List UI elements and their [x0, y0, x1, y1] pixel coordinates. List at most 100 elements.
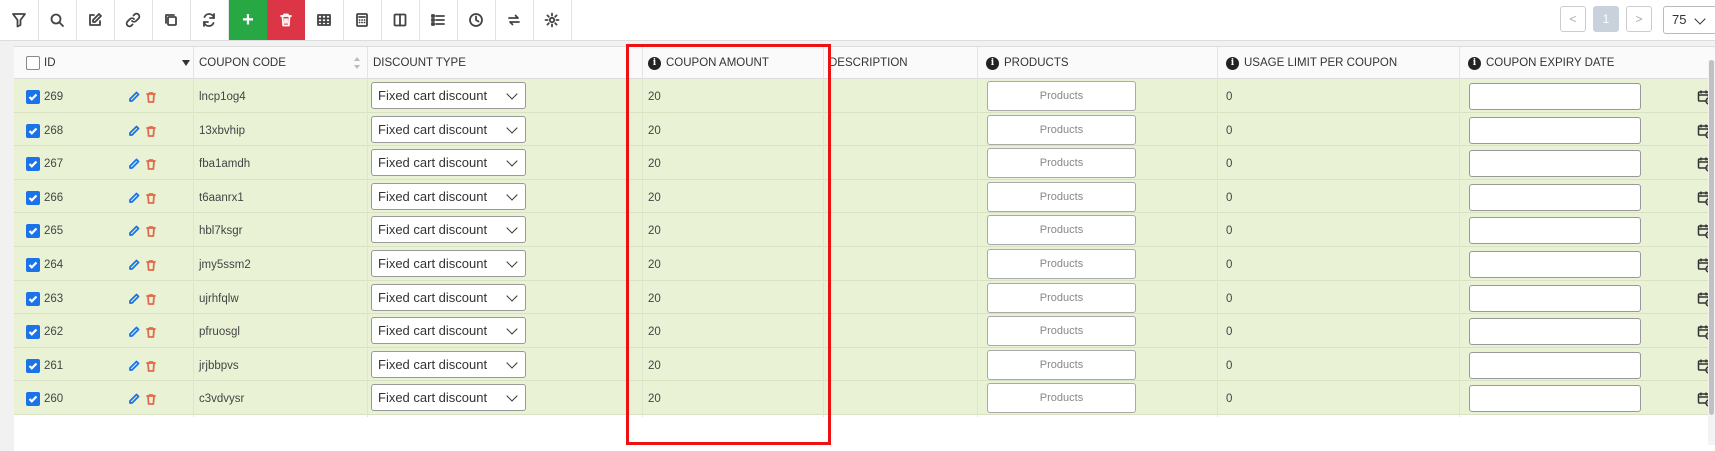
coupon-code-cell[interactable]: fba1amdh	[194, 146, 368, 183]
calculator-button[interactable]	[343, 0, 382, 40]
discount-type-select[interactable]: Fixed cart discount	[371, 317, 526, 345]
row-checkbox[interactable]	[26, 224, 40, 239]
description-cell[interactable]	[824, 280, 978, 317]
discount-type-select[interactable]: Fixed cart discount	[371, 283, 526, 311]
discount-type-select[interactable]: Fixed cart discount	[371, 216, 526, 244]
row-edit-button[interactable]	[128, 192, 140, 204]
coupon-code-cell[interactable]: jmy5ssm2	[194, 247, 368, 283]
expiry-date-input[interactable]	[1469, 183, 1641, 211]
products-button[interactable]: Products	[987, 282, 1136, 313]
row-edit-button[interactable]	[128, 91, 140, 103]
description-cell[interactable]	[824, 79, 978, 115]
sort-desc-icon[interactable]	[182, 60, 190, 66]
row-delete-button[interactable]	[145, 393, 157, 406]
expiry-date-input[interactable]	[1469, 385, 1641, 413]
usage-limit-cell[interactable]: 0	[1218, 112, 1460, 149]
per-page-select[interactable]: 75	[1663, 6, 1715, 34]
row-checkbox[interactable]	[26, 291, 40, 306]
row-checkbox[interactable]	[26, 325, 40, 340]
usage-limit-cell[interactable]: 0	[1218, 79, 1460, 115]
expiry-date-input[interactable]	[1469, 284, 1641, 312]
discount-type-select[interactable]: Fixed cart discount	[371, 82, 526, 109]
coupon-code-cell[interactable]: t6aanrx1	[194, 179, 368, 216]
header-coupon-amount[interactable]: i COUPON AMOUNT	[643, 47, 824, 79]
discount-type-select[interactable]: Fixed cart discount	[371, 149, 526, 177]
table-row[interactable]: 262 pfruosgl Fixed cart discount 20 Prod…	[14, 314, 1715, 351]
discount-type-select[interactable]: Fixed cart discount	[371, 182, 526, 210]
products-button[interactable]: Products	[987, 114, 1136, 145]
settings-button[interactable]	[533, 0, 572, 40]
coupon-code-cell[interactable]: jrjbbpvs	[194, 347, 368, 384]
row-edit-button[interactable]	[128, 393, 140, 405]
table-row[interactable]: 269 lncp1og4 Fixed cart discount 20 Prod…	[14, 79, 1715, 115]
search-button[interactable]	[38, 0, 77, 40]
row-checkbox[interactable]	[26, 392, 40, 407]
row-delete-button[interactable]	[145, 192, 157, 204]
discount-type-select[interactable]: Fixed cart discount	[371, 350, 526, 378]
usage-limit-cell[interactable]: 0	[1218, 280, 1460, 317]
table-row[interactable]: 261 jrjbbpvs Fixed cart discount 20 Prod…	[14, 347, 1715, 384]
row-edit-button[interactable]	[128, 326, 140, 338]
row-checkbox[interactable]	[26, 258, 40, 272]
row-delete-button[interactable]	[145, 293, 157, 305]
header-id[interactable]: ID	[14, 47, 194, 79]
select-all-checkbox[interactable]	[26, 56, 40, 70]
list-button[interactable]	[419, 0, 458, 40]
row-delete-button[interactable]	[145, 125, 157, 137]
usage-limit-cell[interactable]: 0	[1218, 347, 1460, 384]
coupon-code-cell[interactable]: hbl7ksgr	[194, 213, 368, 250]
history-button[interactable]	[457, 0, 496, 40]
row-edit-button[interactable]	[128, 293, 140, 305]
expiry-date-input[interactable]	[1469, 251, 1641, 278]
products-button[interactable]: Products	[987, 215, 1136, 246]
filter-button[interactable]	[0, 0, 39, 40]
products-button[interactable]: Products	[987, 81, 1136, 111]
expiry-date-input[interactable]	[1469, 150, 1641, 178]
table-row[interactable]: 265 hbl7ksgr Fixed cart discount 20 Prod…	[14, 213, 1715, 250]
coupon-code-cell[interactable]: 13xbvhip	[194, 112, 368, 149]
description-cell[interactable]	[824, 247, 978, 283]
coupon-amount-cell[interactable]: 20	[643, 247, 824, 283]
table-row[interactable]: 263 ujrhfqlw Fixed cart discount 20 Prod…	[14, 280, 1715, 317]
description-cell[interactable]	[824, 314, 978, 351]
usage-limit-cell[interactable]: 0	[1218, 213, 1460, 250]
row-delete-button[interactable]	[145, 259, 157, 271]
coupon-amount-cell[interactable]: 20	[643, 179, 824, 216]
coupon-amount-cell[interactable]: 20	[643, 213, 824, 250]
row-delete-button[interactable]	[145, 360, 157, 372]
table-row[interactable]: 266 t6aanrx1 Fixed cart discount 20 Prod…	[14, 179, 1715, 216]
coupon-amount-cell[interactable]: 20	[643, 112, 824, 149]
coupon-code-cell[interactable]: lncp1og4	[194, 79, 368, 115]
products-button[interactable]: Products	[987, 148, 1136, 179]
description-cell[interactable]	[824, 112, 978, 149]
coupon-code-cell[interactable]: ujrhfqlw	[194, 280, 368, 317]
usage-limit-cell[interactable]: 0	[1218, 381, 1460, 418]
row-delete-button[interactable]	[145, 326, 157, 339]
row-checkbox[interactable]	[26, 157, 40, 172]
coupon-amount-cell[interactable]: 20	[643, 381, 824, 418]
sort-icon[interactable]	[354, 57, 360, 69]
row-checkbox[interactable]	[26, 358, 40, 373]
row-delete-button[interactable]	[145, 158, 157, 171]
row-checkbox[interactable]	[26, 90, 40, 104]
products-button[interactable]: Products	[987, 349, 1136, 380]
discount-type-select[interactable]: Fixed cart discount	[371, 384, 526, 412]
refresh-button[interactable]	[190, 0, 229, 40]
header-products[interactable]: i PRODUCTS	[978, 47, 1218, 79]
coupon-amount-cell[interactable]: 20	[643, 79, 824, 115]
table-row[interactable]: 260 c3vdvysr Fixed cart discount 20 Prod…	[14, 381, 1715, 418]
link-button[interactable]	[114, 0, 153, 40]
table-row[interactable]: 268 13xbvhip Fixed cart discount 20 Prod…	[14, 112, 1715, 149]
expiry-date-input[interactable]	[1469, 318, 1641, 346]
row-checkbox[interactable]	[26, 190, 40, 205]
table-row[interactable]: 264 jmy5ssm2 Fixed cart discount 20 Prod…	[14, 247, 1715, 283]
header-expiry-date[interactable]: i COUPON EXPIRY DATE	[1460, 47, 1715, 79]
usage-limit-cell[interactable]: 0	[1218, 146, 1460, 183]
expiry-date-input[interactable]	[1469, 116, 1641, 144]
coupon-amount-cell[interactable]: 20	[643, 314, 824, 351]
description-cell[interactable]	[824, 347, 978, 384]
row-delete-button[interactable]	[145, 225, 157, 238]
duplicate-button[interactable]	[152, 0, 191, 40]
row-edit-button[interactable]	[128, 125, 140, 137]
row-checkbox[interactable]	[26, 123, 40, 138]
